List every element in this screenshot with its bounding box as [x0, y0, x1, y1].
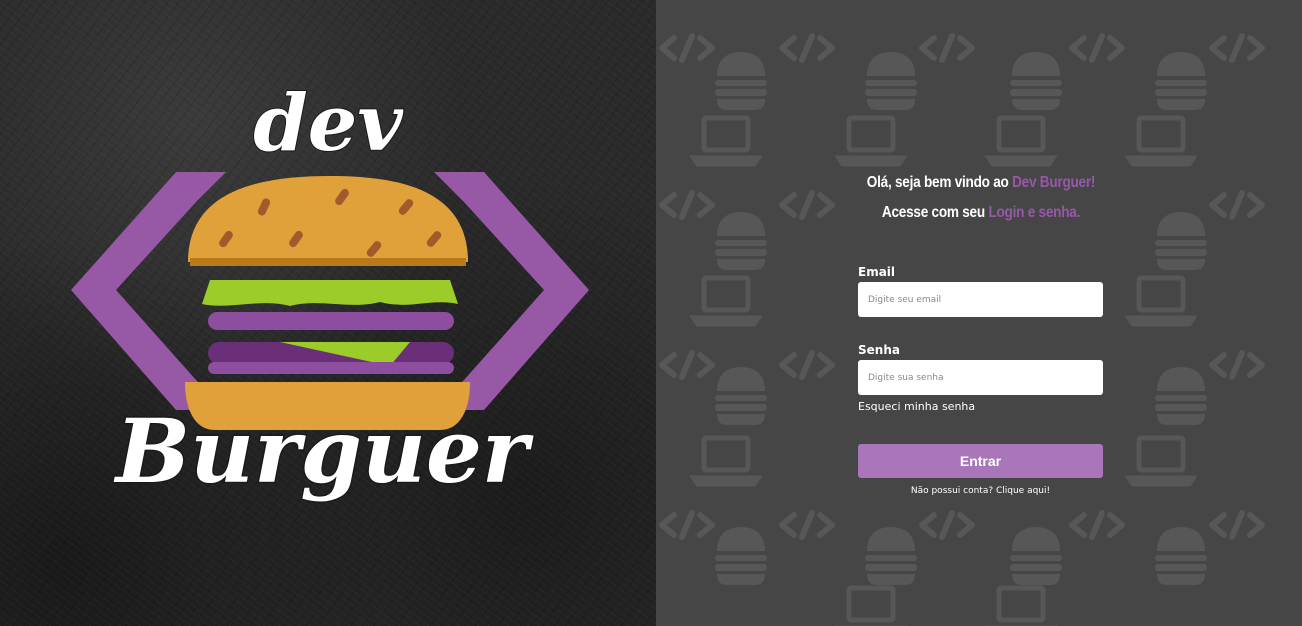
forgot-password-link[interactable]: Esqueci minha senha — [858, 400, 975, 413]
email-label: Email — [858, 265, 896, 279]
left-bracket-shape — [71, 172, 226, 410]
logo-dev-text: dev — [253, 80, 404, 169]
welcome-line-2: Acesse com seu Login e senha. — [881, 204, 1081, 221]
dev-burguer-logo: dev Burguer — [71, 80, 589, 505]
right-bracket-shape — [434, 172, 589, 410]
login-form: Olá, seja bem vindo ao Dev Burguer! Aces… — [858, 168, 1103, 496]
patty-layer-1 — [208, 312, 454, 330]
welcome-line-1: Olá, seja bem vindo ao Dev Burguer! — [866, 174, 1096, 191]
brand-panel: dev Burguer — [0, 0, 656, 626]
brand-name: Dev Burguer! — [1012, 174, 1096, 191]
email-field[interactable] — [858, 282, 1103, 317]
lettuce-layer — [202, 280, 458, 306]
patty-layer-3 — [208, 362, 454, 374]
top-bun — [188, 176, 468, 262]
password-label: Senha — [858, 343, 900, 357]
password-field[interactable] — [858, 360, 1103, 395]
signup-link-row: Não possui conta? Clique aqui! — [858, 486, 1103, 496]
login-hint: Login e senha. — [988, 204, 1081, 221]
signup-link[interactable]: Não possui conta? Clique aqui! — [911, 486, 1050, 496]
logo-burguer-text: Burguer — [113, 399, 534, 503]
welcome-message: Olá, seja bem vindo ao Dev Burguer! Aces… — [858, 168, 1105, 228]
login-panel: Olá, seja bem vindo ao Dev Burguer! Aces… — [656, 0, 1302, 626]
login-button[interactable]: Entrar — [858, 444, 1103, 478]
